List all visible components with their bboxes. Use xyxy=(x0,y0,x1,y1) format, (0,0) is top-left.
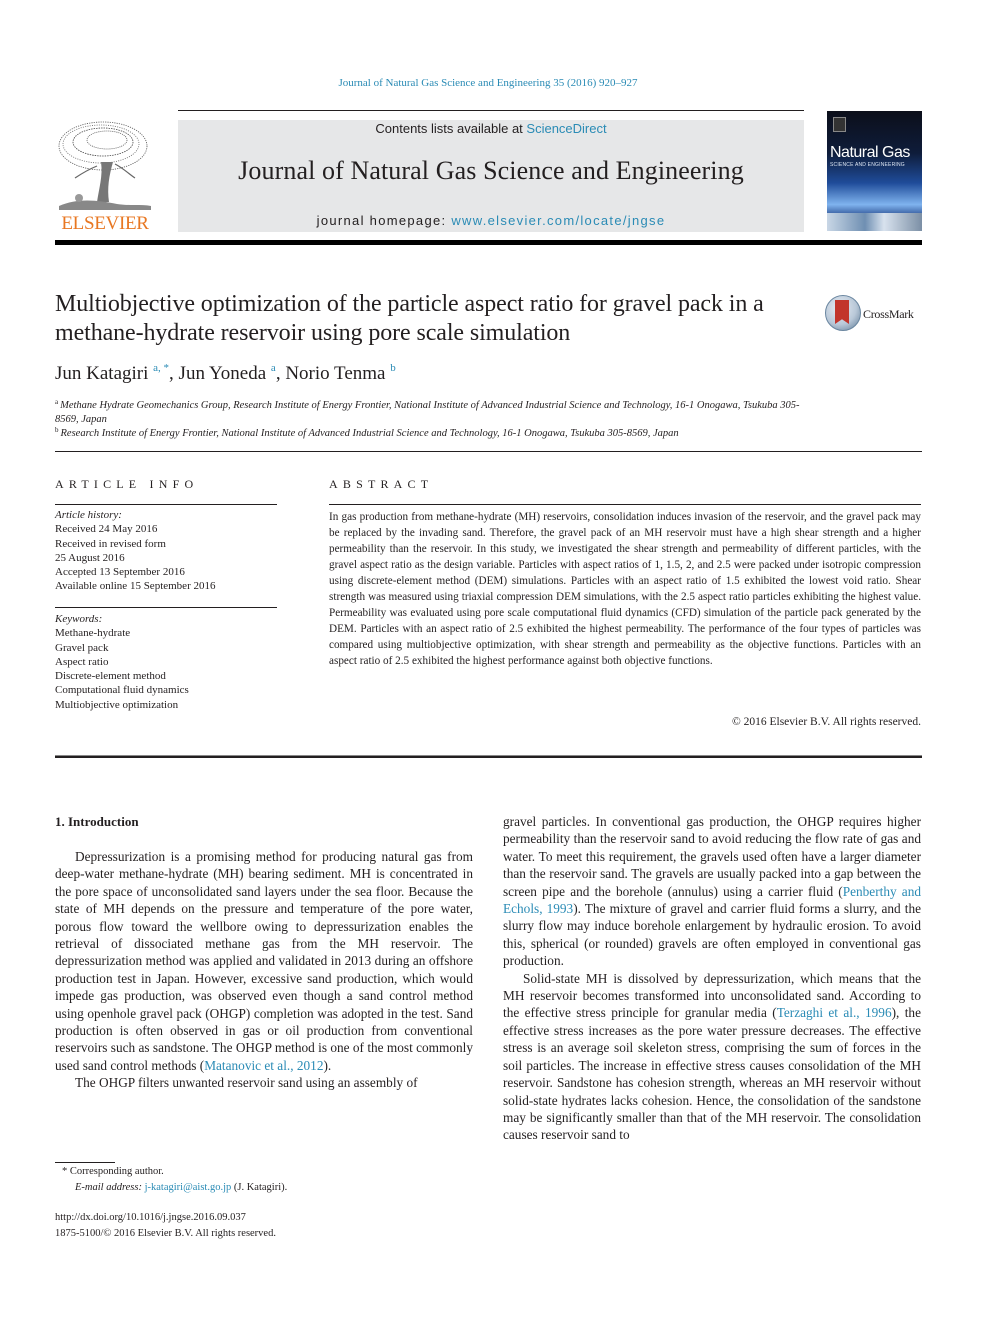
email-label: E-mail address: xyxy=(75,1182,142,1193)
running-head[interactable]: Journal of Natural Gas Science and Engin… xyxy=(0,77,976,89)
footnote-rule xyxy=(55,1162,115,1163)
keyword-item: Methane-hydrate xyxy=(55,627,131,640)
elsevier-wordmark: ELSEVIER xyxy=(61,213,149,234)
paragraph: The OHGP filters unwanted reservoir sand… xyxy=(55,1074,473,1091)
section-heading-introduction: 1. Introduction xyxy=(55,814,139,829)
divider-double xyxy=(55,755,922,758)
header-rule-bottom xyxy=(55,240,922,245)
affiliation-key: a xyxy=(55,398,59,406)
author-affiliation-marker[interactable]: b xyxy=(390,362,396,374)
body-column-right: gravel particles. In conventional gas pr… xyxy=(503,813,921,1144)
cover-photo-strip xyxy=(827,213,922,231)
history-item: Accepted 13 September 2016 xyxy=(55,566,185,579)
homepage-line: journal homepage: www.elsevier.com/locat… xyxy=(178,213,804,228)
article-info-heading: ARTICLE INFO xyxy=(55,477,199,491)
abstract-heading: ABSTRACT xyxy=(329,477,434,491)
keyword-item: Computational fluid dynamics xyxy=(55,684,189,697)
crossmark-button[interactable]: CrossMark xyxy=(825,295,925,335)
history-item: Received 24 May 2016 xyxy=(55,523,158,536)
divider xyxy=(55,451,922,452)
keyword-item: Discrete-element method xyxy=(55,670,166,683)
divider xyxy=(55,504,277,505)
citation-link[interactable]: Terzaghi et al., 1996 xyxy=(777,1005,892,1020)
keyword-item: Multiobjective optimization xyxy=(55,698,179,711)
paragraph-text: ), the effective stress increases as the… xyxy=(503,1005,921,1143)
cover-title: Natural Gas xyxy=(830,144,910,161)
author-name[interactable]: Jun Katagiri xyxy=(55,363,148,384)
footnote-email: E-mail address: j-katagiri@aist.go.jp (J… xyxy=(75,1180,287,1196)
author-name[interactable]: Norio Tenma xyxy=(285,363,385,384)
journal-masthead: Contents lists available at ScienceDirec… xyxy=(178,120,804,232)
citation-link[interactable]: Matanovic et al., 2012 xyxy=(204,1058,323,1073)
keyword-item: Gravel pack xyxy=(55,641,109,654)
article-history-label: Article history: xyxy=(55,509,122,521)
affiliation-key: b xyxy=(55,426,59,434)
body-column-left: Depressurization is a promising method f… xyxy=(55,848,473,1092)
paragraph: Solid-state MH is dissolved by depressur… xyxy=(503,970,921,1144)
sciencedirect-link[interactable]: ScienceDirect xyxy=(526,121,606,136)
affiliation-text: Research Institute of Energy Frontier, N… xyxy=(60,428,679,439)
affiliation-b: b Research Institute of Energy Frontier, … xyxy=(55,423,815,441)
history-item: Received in revised form xyxy=(55,537,166,550)
cover-elsevier-badge-icon xyxy=(833,117,846,132)
paragraph-text: Depressurization is a promising method f… xyxy=(55,849,473,1073)
keywords-label: Keywords: xyxy=(55,613,103,625)
cover-subtitle: SCIENCE AND ENGINEERING xyxy=(830,162,905,168)
abstract-copyright: © 2016 Elsevier B.V. All rights reserved… xyxy=(732,716,921,728)
paragraph-text: The OHGP filters unwanted reservoir sand… xyxy=(75,1075,418,1091)
history-item: Available online 15 September 2016 xyxy=(55,580,216,593)
homepage-prefix: journal homepage: xyxy=(316,213,452,228)
issn-copyright: 1875-5100/© 2016 Elsevier B.V. All right… xyxy=(55,1228,276,1239)
paragraph: gravel particles. In conventional gas pr… xyxy=(503,813,921,970)
journal-cover-image[interactable]: Natural Gas SCIENCE AND ENGINEERING xyxy=(827,111,922,231)
history-item: 25 August 2016 xyxy=(55,551,125,564)
divider xyxy=(55,607,277,608)
keywords: Keywords: Methane-hydrate Gravel pack As… xyxy=(55,612,277,712)
footnote-corresponding: * Corresponding author. xyxy=(62,1166,164,1177)
journal-homepage-link[interactable]: www.elsevier.com/locate/jngse xyxy=(451,213,665,228)
author-name[interactable]: Jun Yoneda xyxy=(179,363,267,384)
abstract-text: In gas production from methane-hydrate (… xyxy=(329,511,921,667)
author-separator: , xyxy=(275,363,286,384)
article-history: Article history: Received 24 May 2016 Re… xyxy=(55,508,277,594)
contents-line: Contents lists available at ScienceDirec… xyxy=(178,121,804,136)
paragraph-text: ). xyxy=(323,1057,332,1073)
article-title: Multiobjective optimization of the parti… xyxy=(55,291,764,346)
journal-title: Journal of Natural Gas Science and Engin… xyxy=(238,156,744,185)
keyword-item: Aspect ratio xyxy=(55,655,109,668)
crossmark-label: CrossMark xyxy=(863,307,914,321)
affiliation-text: Methane Hydrate Geomechanics Group, Rese… xyxy=(55,400,800,425)
paragraph: Depressurization is a promising method f… xyxy=(55,848,473,1074)
author-separator: , xyxy=(169,363,179,384)
doi-link[interactable]: http://dx.doi.org/10.1016/j.jngse.2016.0… xyxy=(55,1210,246,1226)
elsevier-logo[interactable]: ELSEVIER xyxy=(55,118,155,234)
header-rule-top xyxy=(178,110,804,111)
author-list: Jun Katagiri a, *, Jun Yoneda a, Norio T… xyxy=(55,362,396,385)
author-affiliation-marker[interactable]: a, * xyxy=(153,362,169,374)
elsevier-tree-icon xyxy=(57,118,153,212)
email-link[interactable]: j-katagiri@aist.go.jp xyxy=(145,1182,232,1193)
contents-prefix: Contents lists available at xyxy=(375,121,527,136)
divider xyxy=(329,504,921,505)
email-suffix: (J. Katagiri). xyxy=(231,1182,288,1193)
